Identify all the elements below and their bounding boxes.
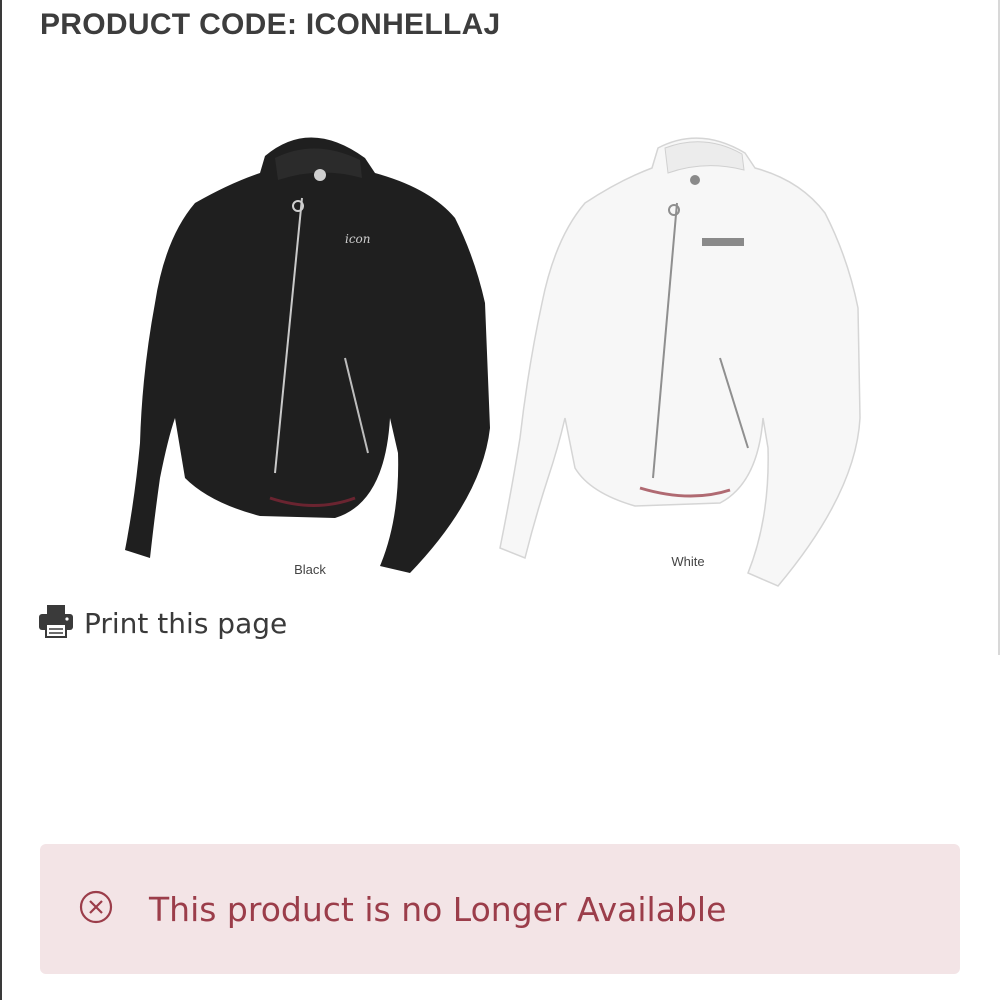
alert-message: This product is no Longer Available — [149, 889, 727, 929]
print-page-link[interactable]: Print this page — [38, 603, 287, 643]
white-jacket-image: White — [499, 137, 861, 587]
printer-icon — [38, 603, 74, 643]
print-page-label: Print this page — [84, 606, 288, 640]
page-left-border — [0, 0, 2, 1000]
black-variant-label: Black — [294, 562, 326, 577]
unavailable-alert: This product is no Longer Available — [40, 844, 960, 974]
black-jacket-image: icon Black — [125, 137, 490, 577]
product-code-heading: PRODUCT CODE: ICONHELLAJ — [40, 8, 501, 41]
product-image[interactable]: icon Black White — [80, 118, 920, 590]
circle-x-icon — [78, 889, 114, 929]
white-jacket-brand-mark — [702, 238, 744, 246]
white-variant-label: White — [671, 554, 704, 569]
black-jacket-brand-mark: icon — [345, 232, 371, 246]
